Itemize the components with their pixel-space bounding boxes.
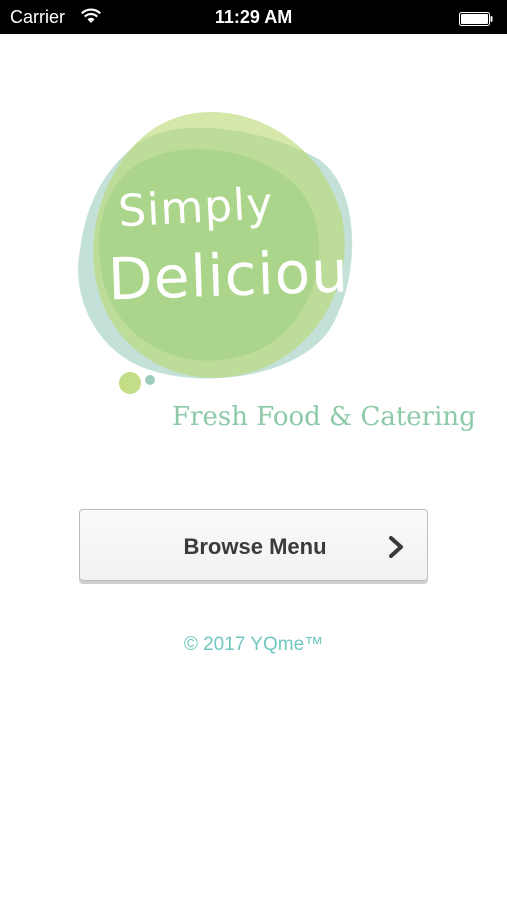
simply-delicious-logo: Simply Delicious xyxy=(60,100,381,400)
tagline: Fresh Food & Catering xyxy=(172,402,476,432)
battery-full-icon xyxy=(459,10,493,26)
status-bar: Carrier 11:29 AM xyxy=(0,0,507,34)
logo-text-delicious: Delicious xyxy=(106,236,382,314)
browse-menu-label: Browse Menu xyxy=(183,534,327,559)
clock-time: 11:29 AM xyxy=(214,7,293,27)
copyright-text: © 2017 YQme™ xyxy=(183,634,324,655)
browse-menu-button[interactable]: Browse Menu xyxy=(79,509,428,581)
chevron-right-icon xyxy=(388,536,404,558)
